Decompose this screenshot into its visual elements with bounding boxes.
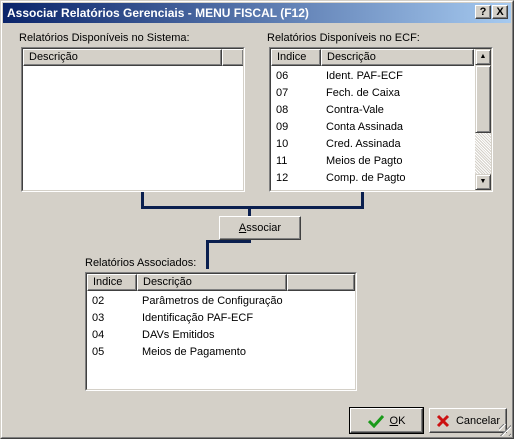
- scroll-thumb[interactable]: [475, 65, 491, 133]
- cell-indice: 07: [276, 87, 289, 99]
- connector-line: [141, 206, 364, 209]
- list-item[interactable]: 03 Identificação PAF-ECF: [87, 310, 337, 327]
- column-header-descricao[interactable]: Descrição: [321, 49, 474, 66]
- cancel-button[interactable]: Cancelar: [429, 408, 507, 433]
- system-reports-list[interactable]: Descrição: [21, 47, 245, 192]
- check-icon: [367, 414, 384, 428]
- scroll-up-button[interactable]: ▲: [475, 49, 491, 65]
- column-header-descricao[interactable]: Descrição: [23, 49, 222, 66]
- arrow-up-icon: ▲: [479, 53, 487, 60]
- cell-descricao: Comp. de Pagto: [326, 172, 406, 184]
- column-header-blank[interactable]: [287, 274, 355, 291]
- ok-accel: O: [389, 414, 399, 427]
- cell-descricao: Identificação PAF-ECF: [142, 312, 254, 324]
- column-header-blank[interactable]: [222, 49, 243, 66]
- cell-descricao: Parâmetros de Configuração: [142, 295, 283, 307]
- system-reports-label: Relatórios Disponíveis no Sistema:: [19, 32, 190, 44]
- column-header-indice[interactable]: Indice: [271, 49, 321, 66]
- list-item[interactable]: 12 Comp. de Pagto: [271, 170, 474, 187]
- list-item[interactable]: 11 Meios de Pagto: [271, 153, 474, 170]
- list-item[interactable]: 02 Parâmetros de Configuração: [87, 293, 337, 310]
- cell-descricao: Contra-Vale: [326, 104, 384, 116]
- ok-button[interactable]: OK: [349, 407, 424, 434]
- help-button[interactable]: ?: [475, 5, 491, 19]
- dialog-window: Associar Relatórios Gerenciais - MENU FI…: [0, 0, 514, 439]
- window-title: Associar Relatórios Gerenciais - MENU FI…: [7, 6, 309, 20]
- cell-indice: 03: [92, 312, 105, 324]
- list-item[interactable]: 10 Cred. Assinada: [271, 136, 474, 153]
- close-button[interactable]: X: [492, 5, 508, 19]
- list-item[interactable]: 07 Fech. de Caixa: [271, 85, 474, 102]
- cell-descricao: Fech. de Caixa: [326, 87, 400, 99]
- column-header-descricao[interactable]: Descrição: [137, 274, 287, 291]
- connector-line: [248, 206, 251, 216]
- cell-descricao: Cred. Assinada: [326, 138, 401, 150]
- cell-indice: 04: [92, 329, 105, 341]
- ok-label: K: [398, 414, 406, 427]
- cell-descricao: DAVs Emitidos: [142, 329, 215, 341]
- cell-indice: 10: [276, 138, 289, 150]
- list-item[interactable]: 06 Ident. PAF-ECF: [271, 68, 474, 85]
- resize-grip-icon[interactable]: [499, 424, 511, 436]
- list-item[interactable]: 05 Meios de Pagamento: [87, 344, 337, 361]
- connector-line: [206, 240, 209, 269]
- cell-indice: 08: [276, 104, 289, 116]
- scroll-down-button[interactable]: ▼: [475, 174, 491, 190]
- cell-indice: 02: [92, 295, 105, 307]
- cancel-label: Cancelar: [455, 414, 501, 427]
- ecf-reports-label: Relatórios Disponíveis no ECF:: [267, 32, 420, 44]
- cell-indice: 12: [276, 172, 289, 184]
- column-header-indice[interactable]: Indice: [87, 274, 137, 291]
- list-item[interactable]: 09 Conta Assinada: [271, 119, 474, 136]
- vertical-scrollbar[interactable]: ▲ ▼: [475, 49, 491, 190]
- cell-indice: 11: [276, 155, 288, 167]
- associate-button[interactable]: Associar: [219, 216, 301, 240]
- associated-reports-list[interactable]: Indice Descrição 02 Parâmetros de Configu…: [85, 272, 357, 391]
- cell-descricao: Meios de Pagto: [326, 155, 403, 167]
- ecf-reports-list[interactable]: Indice Descrição 06 Ident. PAF-ECF 07 Fech.…: [269, 47, 493, 192]
- cell-indice: 09: [276, 121, 289, 133]
- cell-indice: 05: [92, 346, 105, 358]
- list-item[interactable]: 04 DAVs Emitidos: [87, 327, 337, 344]
- cell-descricao: Meios de Pagamento: [142, 346, 246, 358]
- cell-descricao: Ident. PAF-ECF: [326, 70, 403, 82]
- list-item[interactable]: 08 Contra-Vale: [271, 102, 474, 119]
- connector-line: [206, 240, 251, 243]
- cell-indice: 06: [276, 70, 289, 82]
- associated-rows: 02 Parâmetros de Configuração 03 Identifica…: [87, 293, 337, 361]
- x-icon: [436, 414, 450, 427]
- cell-descricao: Conta Assinada: [326, 121, 404, 133]
- ecf-rows: 06 Ident. PAF-ECF 07 Fech. de Caixa 08 Contra…: [271, 68, 474, 187]
- associated-reports-label: Relatórios Associados:: [85, 257, 197, 269]
- close-icon: X: [496, 6, 504, 18]
- title-bar[interactable]: Associar Relatórios Gerenciais - MENU FI…: [3, 3, 511, 23]
- arrow-down-icon: ▼: [479, 178, 487, 185]
- associate-label: ssociar: [246, 222, 282, 234]
